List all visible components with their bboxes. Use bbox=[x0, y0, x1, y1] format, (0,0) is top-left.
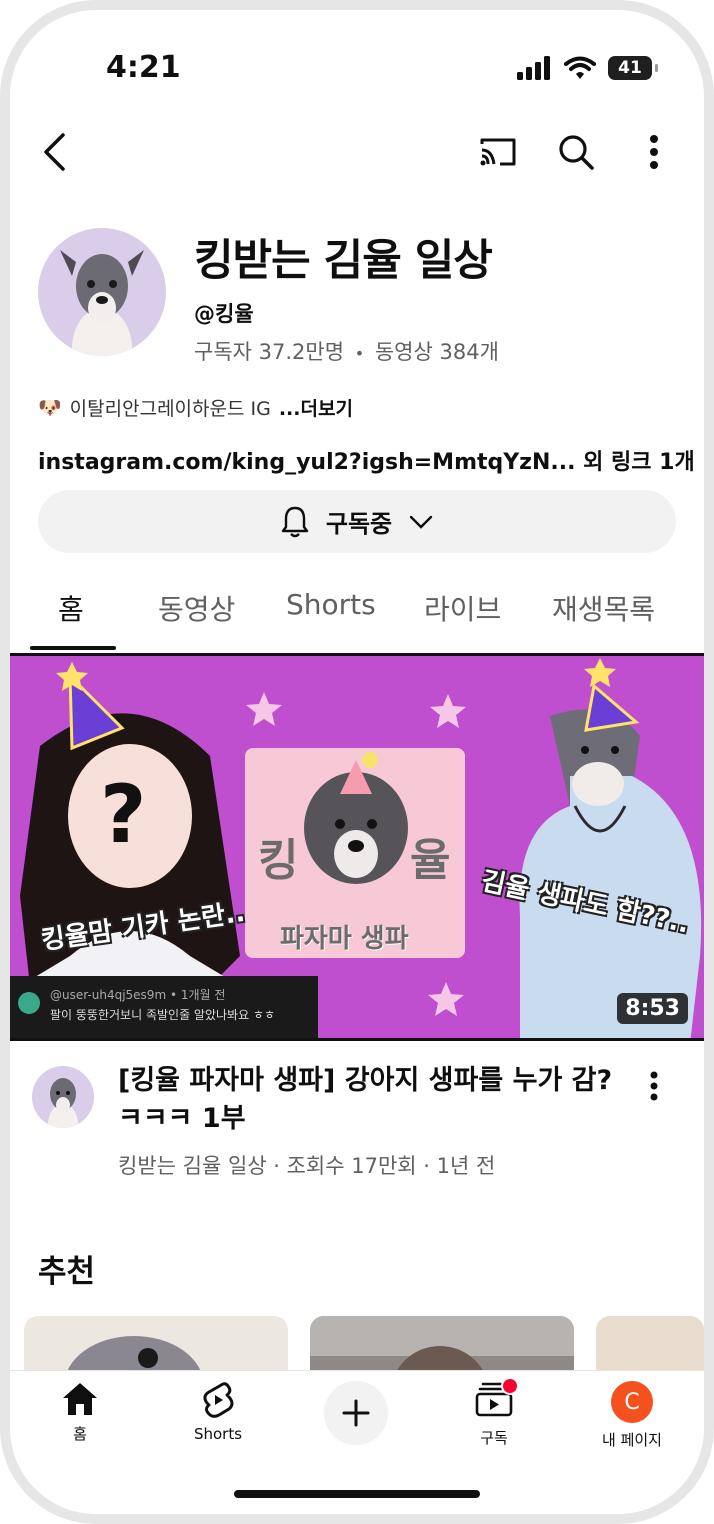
home-icon bbox=[63, 1383, 97, 1415]
status-icons: 41 bbox=[516, 56, 658, 80]
more-link[interactable]: ...더보기 bbox=[279, 394, 353, 421]
comment-text: 팔이 뚱뚱한거보니 족발인줄 알았나봐요 ㅎㅎ bbox=[50, 1008, 276, 1022]
nav-home-label: 홈 bbox=[73, 1425, 87, 1443]
wifi-icon bbox=[564, 56, 596, 79]
status-time: 4:21 bbox=[106, 50, 181, 85]
search-icon bbox=[559, 135, 594, 170]
more-options-button[interactable] bbox=[634, 132, 674, 172]
comment-user: @user-uh4qj5es9m • 1개월 전 bbox=[50, 988, 226, 1002]
channel-tabs: 홈 동영상 Shorts 라이브 재생목록 bbox=[10, 588, 704, 652]
back-button[interactable] bbox=[34, 132, 74, 172]
thumbnail-text-center-left: 킹 bbox=[258, 835, 299, 886]
channel-handle: @킹율 bbox=[194, 302, 254, 326]
battery-icon: 41 bbox=[608, 56, 658, 80]
nav-shorts[interactable]: Shorts bbox=[158, 1381, 278, 1443]
subscriber-count: 구독자 37.2만명 bbox=[194, 340, 345, 364]
profile-avatar: C bbox=[611, 1381, 653, 1423]
phone-frame: 4:21 41 킹받는 김율 일상 @킹율 구독자 37.2만명 • 동영상 3… bbox=[0, 0, 714, 1524]
nav-subscriptions[interactable]: 구독 bbox=[434, 1377, 554, 1448]
cast-icon bbox=[480, 138, 516, 166]
video-count: 동영상 384개 bbox=[374, 340, 499, 364]
tab-videos[interactable]: 동영상 bbox=[158, 588, 235, 628]
tab-shorts[interactable]: Shorts bbox=[286, 588, 376, 621]
tab-home[interactable]: 홈 bbox=[58, 588, 84, 628]
svg-text:?: ? bbox=[100, 768, 146, 861]
video-duration: 8:53 bbox=[617, 993, 688, 1024]
nav-shorts-label: Shorts bbox=[193, 1425, 243, 1443]
bottom-navigation: 홈 Shorts 구독 C 내 페이지 bbox=[10, 1370, 704, 1514]
more-vert-icon bbox=[650, 1071, 658, 1101]
channel-link[interactable]: instagram.com/king_yul2?igsh=MmtqYzN... … bbox=[38, 444, 695, 476]
comment-avatar bbox=[18, 992, 40, 1014]
channel-avatar[interactable] bbox=[38, 228, 166, 356]
cast-button[interactable] bbox=[476, 132, 520, 172]
channel-title: 킹받는 김율 일상 bbox=[194, 236, 493, 286]
thumbnail-comment-overlay: @user-uh4qj5es9m • 1개월 전 팔이 뚱뚱한거보니 족발인줄 … bbox=[10, 976, 318, 1038]
dog-emoji-icon: 🐶 bbox=[38, 397, 62, 419]
stats-separator: • bbox=[354, 344, 365, 363]
thumbnail-text-center-right: 율 bbox=[410, 835, 451, 886]
nav-home[interactable]: 홈 bbox=[20, 1381, 140, 1444]
thumbnail-text-center-bottom: 파자마 생파 bbox=[280, 924, 409, 954]
more-vert-icon bbox=[650, 135, 658, 169]
plus-icon bbox=[342, 1399, 370, 1427]
nav-profile[interactable]: C 내 페이지 bbox=[572, 1381, 692, 1450]
signal-icon bbox=[517, 56, 550, 80]
nav-profile-label: 내 페이지 bbox=[602, 1431, 662, 1449]
tab-live[interactable]: 라이브 bbox=[424, 588, 501, 628]
tab-playlists[interactable]: 재생목록 bbox=[552, 588, 655, 628]
chevron-left-icon bbox=[44, 133, 65, 171]
create-button[interactable] bbox=[324, 1381, 388, 1445]
video-more-button[interactable] bbox=[636, 1066, 672, 1106]
section-title: 추천 bbox=[38, 1254, 96, 1290]
shorts-icon bbox=[203, 1382, 234, 1418]
search-button[interactable] bbox=[554, 130, 598, 174]
featured-video-thumbnail[interactable]: ? 킹 율 파자마 생파 킹율맘 기카 논란.. 김율 생파도 함??.. @u… bbox=[10, 653, 704, 1041]
channel-description[interactable]: 🐶 이탈리안그레이하운드 IG ...더보기 bbox=[38, 394, 353, 421]
description-text: 이탈리안그레이하운드 IG bbox=[69, 398, 271, 420]
active-tab-indicator bbox=[30, 646, 116, 650]
chevron-down-icon bbox=[409, 515, 433, 529]
video-channel-avatar[interactable] bbox=[32, 1066, 94, 1128]
home-indicator bbox=[234, 1490, 480, 1498]
subscribe-button[interactable]: 구독중 bbox=[38, 490, 676, 553]
video-title[interactable]: [킹율 파자마 생파] 강아지 생파를 누가 감? ㅋㅋㅋ 1부 bbox=[118, 1062, 618, 1138]
notification-dot bbox=[501, 1377, 519, 1395]
video-meta: 킹받는 김율 일상 · 조회수 17만회 · 1년 전 bbox=[118, 1154, 496, 1178]
nav-subscriptions-label: 구독 bbox=[480, 1429, 508, 1447]
subscriptions-icon-wrap bbox=[475, 1377, 519, 1421]
subscribe-label: 구독중 bbox=[325, 510, 393, 538]
bell-icon bbox=[281, 506, 309, 537]
channel-stats: 구독자 37.2만명 • 동영상 384개 bbox=[194, 336, 499, 366]
